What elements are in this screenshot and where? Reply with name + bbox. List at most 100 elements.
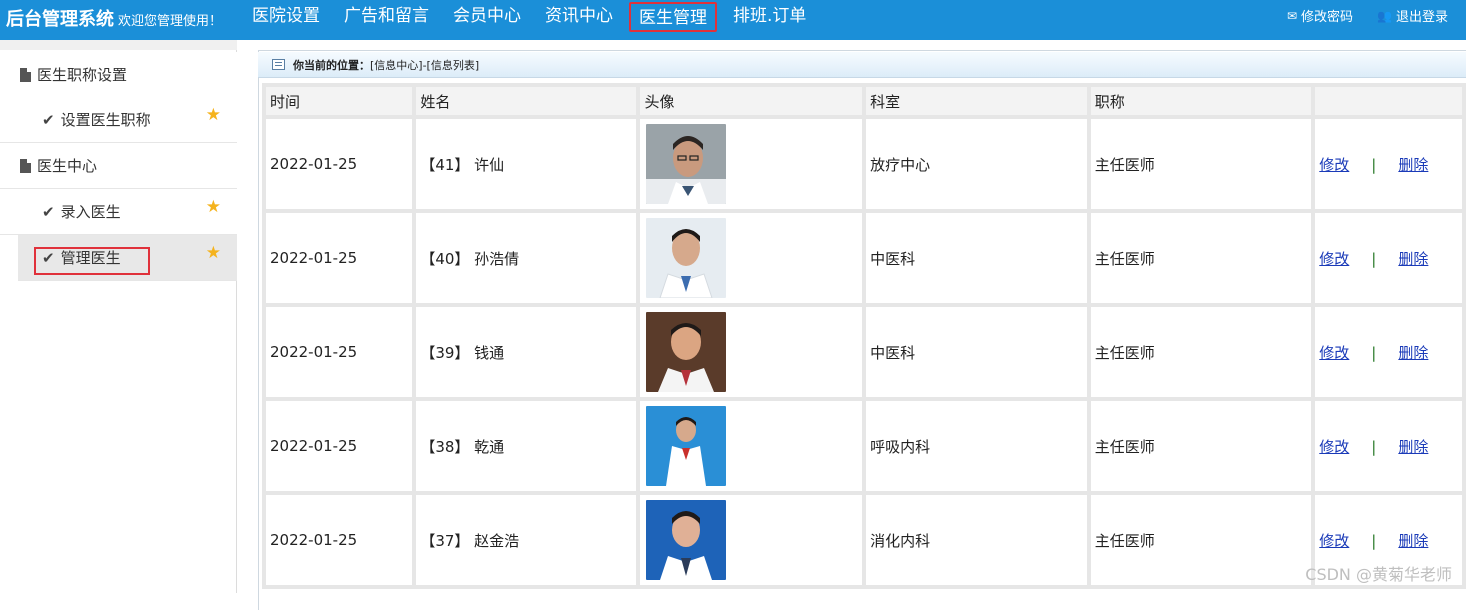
table-row: 2022-01-25 【38】 乾通 呼吸内科 主任医师 修改 | 删除 xyxy=(266,401,1462,491)
doctor-avatar xyxy=(646,500,726,580)
action-separator: | xyxy=(1371,438,1376,456)
doctor-table: 时间 姓名 头像 科室 职称 2022-01-25 【41】 许仙 xyxy=(262,83,1466,589)
action-separator: | xyxy=(1371,156,1376,174)
edit-link[interactable]: 修改 xyxy=(1319,156,1349,174)
delete-link[interactable]: 删除 xyxy=(1398,438,1428,456)
top-right-links: ✉ 修改密码 👥 退出登录 xyxy=(1263,6,1448,25)
action-separator: | xyxy=(1371,344,1376,362)
watermark: CSDN @黄菊华老师 xyxy=(1305,561,1452,585)
cell-name: 【41】 许仙 xyxy=(416,119,636,209)
change-password-label: 修改密码 xyxy=(1301,6,1353,25)
sidebar-group-label: 医生中心 xyxy=(37,155,97,176)
cell-avatar xyxy=(640,495,862,585)
doctor-avatar xyxy=(646,312,726,392)
cell-title: 主任医师 xyxy=(1091,119,1312,209)
cell-avatar xyxy=(640,401,862,491)
edit-link[interactable]: 修改 xyxy=(1319,250,1349,268)
cell-name: 【38】 乾通 xyxy=(416,401,636,491)
edit-link[interactable]: 修改 xyxy=(1319,438,1349,456)
cell-department: 中医科 xyxy=(866,307,1087,397)
column-header-time: 时间 xyxy=(266,87,412,115)
highlight-box xyxy=(34,247,150,275)
edit-link[interactable]: 修改 xyxy=(1319,344,1349,362)
change-password-link[interactable]: ✉ 修改密码 xyxy=(1287,6,1353,25)
sidebar: 医生职称设置 ✔ 设置医生职称 ★ 医生中心 ✔ 录入医生 ★ ✔ 管理医生 ★ xyxy=(0,40,237,593)
edit-link[interactable]: 修改 xyxy=(1319,532,1349,550)
delete-link[interactable]: 删除 xyxy=(1398,344,1428,362)
cell-title: 主任医师 xyxy=(1091,401,1312,491)
sidebar-item-label: 录入医生 xyxy=(61,201,121,222)
table-row: 2022-01-25 【40】 孙浩倩 中医科 主任医师 修改 | 删除 xyxy=(266,213,1462,303)
nav-item-ads-messages[interactable]: 广告和留言 xyxy=(336,2,437,32)
sidebar-item-add-doctor[interactable]: ✔ 录入医生 ★ xyxy=(0,189,237,235)
column-header-avatar: 头像 xyxy=(640,87,862,115)
sidebar-group-label: 医生职称设置 xyxy=(37,64,127,85)
document-icon xyxy=(20,68,31,82)
brand: 后台管理系统欢迎您管理使用！ xyxy=(6,5,222,31)
column-header-name: 姓名 xyxy=(416,87,636,115)
envelope-icon: ✉ xyxy=(1287,9,1297,23)
table-row: 2022-01-25 【41】 许仙 放疗中心 主任医师 修改 | 删除 xyxy=(266,119,1462,209)
cell-time: 2022-01-25 xyxy=(266,495,412,585)
delete-link[interactable]: 删除 xyxy=(1398,250,1428,268)
cell-title: 主任医师 xyxy=(1091,307,1312,397)
cell-time: 2022-01-25 xyxy=(266,307,412,397)
table-row: 2022-01-25 【39】 钱通 中医科 主任医师 修改 | 删除 xyxy=(266,307,1462,397)
sidebar-group-doctor-center[interactable]: 医生中心 xyxy=(0,143,237,189)
sidebar-item-label: 设置医生职称 xyxy=(61,109,151,130)
main-content: 你当前的位置： [信息中心]-[信息列表] 时间 姓名 头像 科室 职称 202… xyxy=(238,40,1466,593)
cell-avatar xyxy=(640,119,862,209)
doctor-avatar xyxy=(646,406,726,486)
action-separator: | xyxy=(1371,532,1376,550)
document-icon xyxy=(20,159,31,173)
cell-time: 2022-01-25 xyxy=(266,119,412,209)
cell-actions: 修改 | 删除 xyxy=(1315,119,1462,209)
top-bar: 后台管理系统欢迎您管理使用！ 医院设置 广告和留言 会员中心 资讯中心 医生管理… xyxy=(0,0,1466,40)
cell-avatar xyxy=(640,307,862,397)
cell-actions: 修改 | 删除 xyxy=(1315,401,1462,491)
cell-name: 【40】 孙浩倩 xyxy=(416,213,636,303)
logout-link[interactable]: 👥 退出登录 xyxy=(1377,6,1448,25)
nav-item-hospital-settings[interactable]: 医院设置 xyxy=(244,2,328,32)
cell-department: 放疗中心 xyxy=(866,119,1087,209)
star-icon: ★ xyxy=(206,105,221,125)
cell-time: 2022-01-25 xyxy=(266,213,412,303)
nav-item-member-center[interactable]: 会员中心 xyxy=(445,2,529,32)
nav-item-schedule-orders[interactable]: 排班.订单 xyxy=(725,2,814,32)
cell-time: 2022-01-25 xyxy=(266,401,412,491)
sidebar-group-doctor-title-settings[interactable]: 医生职称设置 xyxy=(0,52,237,98)
check-icon: ✔ xyxy=(42,203,55,221)
main-nav: 医院设置 广告和留言 会员中心 资讯中心 医生管理 排班.订单 xyxy=(244,0,822,40)
cell-actions: 修改 | 删除 xyxy=(1315,307,1462,397)
delete-link[interactable]: 删除 xyxy=(1398,156,1428,174)
welcome-text: 欢迎您管理使用！ xyxy=(118,14,222,29)
cell-title: 主任医师 xyxy=(1091,213,1312,303)
table-row: 2022-01-25 【37】 赵金浩 消化内科 主任医师 修改|删除 xyxy=(266,495,1462,585)
cell-actions: 修改 | 删除 xyxy=(1315,213,1462,303)
list-icon xyxy=(272,59,285,70)
breadcrumb: 你当前的位置： [信息中心]-[信息列表] xyxy=(258,52,1466,78)
doctor-avatar xyxy=(646,218,726,298)
app-title: 后台管理系统 xyxy=(6,9,114,30)
cell-department: 中医科 xyxy=(866,213,1087,303)
cell-department: 消化内科 xyxy=(866,495,1087,585)
breadcrumb-label: 你当前的位置： xyxy=(293,57,370,73)
column-header-department: 科室 xyxy=(866,87,1087,115)
sidebar-top-strip xyxy=(0,40,237,50)
star-icon: ★ xyxy=(206,243,221,263)
breadcrumb-path: [信息中心]-[信息列表] xyxy=(370,57,479,73)
column-header-title: 职称 xyxy=(1091,87,1312,115)
cell-name: 【37】 赵金浩 xyxy=(416,495,636,585)
sidebar-item-set-doctor-title[interactable]: ✔ 设置医生职称 ★ xyxy=(0,97,237,143)
logout-label: 退出登录 xyxy=(1396,6,1448,25)
doctor-avatar xyxy=(646,124,726,204)
cell-name: 【39】 钱通 xyxy=(416,307,636,397)
action-separator: | xyxy=(1371,250,1376,268)
cell-department: 呼吸内科 xyxy=(866,401,1087,491)
table-header-row: 时间 姓名 头像 科室 职称 xyxy=(266,87,1462,115)
nav-item-doctor-management[interactable]: 医生管理 xyxy=(629,2,717,32)
delete-link[interactable]: 删除 xyxy=(1398,532,1428,550)
cell-avatar xyxy=(640,213,862,303)
nav-item-news-center[interactable]: 资讯中心 xyxy=(537,2,621,32)
check-icon: ✔ xyxy=(42,111,55,129)
